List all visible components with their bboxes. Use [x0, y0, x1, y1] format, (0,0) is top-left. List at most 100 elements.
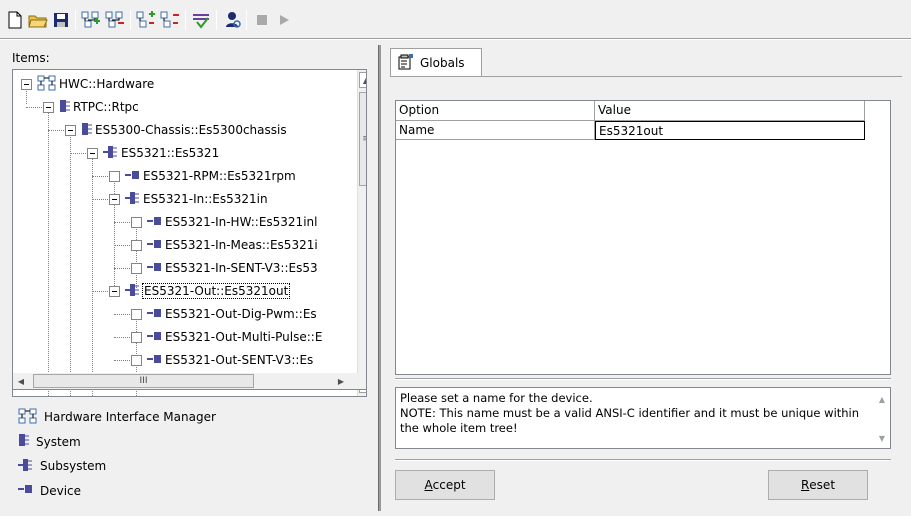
open-folder-icon[interactable]	[27, 9, 49, 31]
reset-mnemonic: R	[800, 478, 810, 492]
tree-item[interactable]: ES5321-Out-Dig-Pwm::Es	[131, 303, 317, 325]
collapse-icon[interactable]	[87, 147, 98, 159]
tree-item-label: ES5321-Out-SENT-V3::Es	[165, 353, 314, 367]
scroll-thumb[interactable]: III	[33, 374, 254, 388]
checkbox[interactable]	[131, 308, 142, 320]
checkbox[interactable]	[131, 262, 142, 274]
tree-item-label: ES5321-In::Es5321in	[143, 192, 268, 206]
items-label: Items:	[12, 51, 50, 65]
hardware-connect-icon[interactable]	[190, 9, 212, 31]
items-panel: Items: HWC::HardwareRTPC::RtpcES5300-Cha…	[7, 45, 373, 511]
table-row[interactable]: Name Es5321out	[396, 121, 865, 140]
checkbox[interactable]	[131, 239, 142, 251]
reset-button[interactable]: Reset	[768, 470, 868, 500]
tree-item[interactable]: ES5321-Out::Es5321out	[109, 280, 291, 302]
value-cell[interactable]: Es5321out	[595, 121, 865, 140]
scroll-up-icon[interactable]: ▲	[879, 392, 885, 407]
legend-label: System	[36, 434, 81, 449]
scroll-left-icon[interactable]: ◀	[13, 373, 29, 389]
subsystem-icon	[18, 458, 34, 475]
column-header-value[interactable]: Value	[595, 101, 865, 121]
legend-label: Subsystem	[40, 459, 107, 473]
tree-item-label: ES5321::Es5321	[121, 146, 220, 160]
option-cell: Name	[396, 121, 595, 140]
device-icon	[147, 238, 163, 253]
tree-item-label: ES5321-RPM::Es5321rpm	[143, 169, 296, 183]
scroll-up-icon[interactable]: ▲	[359, 72, 366, 88]
tree-item[interactable]: ES5321-In::Es5321in	[109, 188, 268, 210]
tab-label: Globals	[420, 56, 465, 70]
device-icon	[125, 169, 141, 184]
system-icon	[59, 99, 71, 116]
info-scrollbar[interactable]: ▲ ▼	[876, 392, 888, 446]
tree-item[interactable]: ES5300-Chassis::Es5300chassis	[65, 119, 287, 141]
tree-item-label: ES5321-Out::Es5321out	[141, 283, 291, 299]
new-file-icon[interactable]	[4, 9, 26, 31]
horizontal-scrollbar[interactable]: ◀ III ▶	[12, 373, 367, 390]
system-icon	[81, 122, 93, 139]
legend-label: Device	[40, 483, 82, 498]
collapse-icon[interactable]	[109, 285, 120, 297]
tree-item-label: ES5321-In-SENT-V3::Es53	[165, 261, 318, 275]
stop-icon[interactable]	[251, 9, 273, 31]
legend-item: System	[18, 432, 81, 452]
tree-item[interactable]: ES5321-In-HW::Es5321inl	[131, 211, 317, 233]
remove-subsystem-icon[interactable]	[159, 9, 181, 31]
subsystem-icon	[125, 191, 141, 208]
user-search-icon[interactable]	[222, 9, 244, 31]
checkbox[interactable]	[131, 354, 142, 366]
checkbox[interactable]	[131, 331, 142, 343]
tree-item-label: ES5321-Out-Dig-Pwm::Es	[165, 307, 317, 321]
scroll-down-icon[interactable]: ▼	[879, 431, 885, 446]
tree-item[interactable]: ES5321::Es5321	[87, 142, 219, 164]
collapse-icon[interactable]	[21, 78, 32, 90]
hardware-icon	[18, 408, 38, 427]
column-header-option[interactable]: Option	[396, 101, 595, 121]
add-subsystem-icon[interactable]	[135, 9, 157, 31]
accept-mnemonic: A	[424, 478, 433, 492]
legend-item: Hardware Interface Manager	[18, 407, 216, 427]
collapse-icon[interactable]	[109, 193, 120, 205]
add-system-icon[interactable]	[80, 9, 102, 31]
checkbox[interactable]	[109, 170, 120, 182]
tree-item-label: ES5321-In-HW::Es5321inl	[165, 215, 318, 229]
save-icon[interactable]	[50, 9, 72, 31]
tree-item[interactable]: ES5321-RPM::Es5321rpm	[109, 165, 296, 187]
options-grid[interactable]: Option Value Name Es5321out	[395, 100, 891, 375]
tab-globals[interactable]: Globals	[390, 48, 482, 77]
subsystem-icon	[103, 145, 119, 162]
properties-icon	[398, 53, 414, 73]
tree-item[interactable]: RTPC::Rtpc	[43, 96, 139, 118]
vertical-scrollbar[interactable]: ▲≡▼	[357, 70, 366, 396]
device-icon	[147, 261, 163, 276]
tree-item[interactable]: ES5321-Out-Multi-Pulse::E	[131, 326, 322, 348]
splitter[interactable]	[378, 45, 381, 511]
collapse-icon[interactable]	[65, 124, 76, 136]
divider	[395, 459, 891, 461]
system-icon	[18, 433, 30, 450]
accept-label: ccept	[432, 478, 466, 492]
tree-item-label: HWC::Hardware	[59, 77, 155, 91]
checkbox[interactable]	[131, 216, 142, 228]
item-tree[interactable]: HWC::HardwareRTPC::RtpcES5300-Chassis::E…	[12, 69, 367, 397]
scroll-thumb[interactable]: ≡	[359, 92, 366, 186]
reset-label: eset	[809, 478, 836, 492]
tree-item-label: ES5300-Chassis::Es5300chassis	[95, 123, 287, 137]
hardware-icon	[37, 75, 57, 94]
tree-item[interactable]: HWC::Hardware	[21, 73, 154, 95]
scroll-right-icon[interactable]: ▶	[333, 373, 349, 389]
properties-panel: Globals Option Value Name Es5321out Plea…	[386, 45, 904, 511]
tree-item-label: ES5321-Out-Multi-Pulse::E	[165, 330, 323, 344]
tree-item[interactable]: ES5321-In-Meas::Es5321i	[131, 234, 318, 256]
tree-item[interactable]: ES5321-In-SENT-V3::Es53	[131, 257, 318, 279]
play-icon[interactable]	[273, 9, 295, 31]
remove-system-icon[interactable]	[104, 9, 126, 31]
collapse-icon[interactable]	[43, 101, 54, 113]
legend-item: Device	[18, 481, 81, 501]
accept-button[interactable]: Accept	[395, 470, 495, 500]
tree-item-label: RTPC::Rtpc	[73, 100, 139, 114]
device-icon	[147, 353, 163, 368]
tree-item[interactable]: ES5321-Out-SENT-V3::Es	[131, 349, 313, 371]
device-icon	[18, 483, 34, 498]
info-text-box: Please set a name for the device. NOTE: …	[395, 387, 891, 449]
